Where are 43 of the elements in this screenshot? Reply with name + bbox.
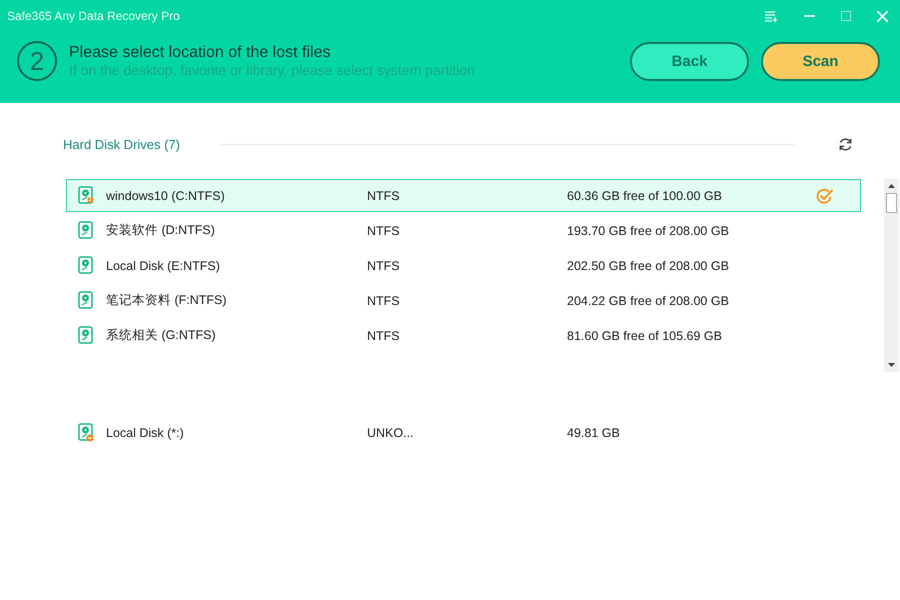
hard-drive-icon: [78, 221, 94, 240]
drive-row[interactable]: Local Disk (*:) UNKO... 49.81 GB: [66, 416, 861, 449]
hard-drive-icon: [78, 291, 94, 310]
file-system: NTFS: [367, 328, 401, 342]
drive-row[interactable]: Local Disk (E:NTFS) NTFS 202.50 GB free of 208.00 GB: [66, 249, 861, 282]
refresh-icon[interactable]: [838, 136, 853, 152]
drive-row[interactable]: 笔记本资料 (F:NTFS) NTFS 204.22 GB free of 208.00 GB: [66, 284, 861, 317]
close-icon[interactable]: [877, 10, 888, 22]
hard-drive-icon: [78, 256, 94, 275]
maximize-icon[interactable]: [841, 11, 851, 21]
drive-space: 49.81 GB: [567, 426, 620, 440]
step-title: Please select location of the lost files: [69, 44, 332, 62]
drive-space: 202.50 GB free of 208.00 GB: [567, 258, 729, 272]
hard-drive-icon: [78, 326, 94, 345]
drive-row[interactable]: windows10 (C:NTFS) NTFS 60.36 GB free of 100.00 GB: [66, 179, 861, 212]
hard-drive-icon: [78, 423, 94, 442]
section-title: Hard Disk Drives (7): [63, 136, 180, 152]
drive-name: windows10 (C:NTFS): [106, 188, 225, 202]
file-system: NTFS: [367, 188, 401, 202]
check-icon: [816, 188, 834, 204]
drive-space: 60.36 GB free of 100.00 GB: [567, 188, 722, 202]
scroll-thumb[interactable]: [886, 193, 897, 213]
back-button[interactable]: Back: [630, 42, 749, 80]
menu-icon[interactable]: [765, 10, 778, 22]
drive-row[interactable]: 系统相关 (G:NTFS) NTFS 81.60 GB free of 105.69 GB: [66, 319, 861, 352]
drive-space: 81.60 GB free of 105.69 GB: [567, 328, 722, 342]
file-system: NTFS: [367, 224, 401, 238]
drive-name: 系统相关 (G:NTFS): [106, 327, 216, 344]
drive-space: 193.70 GB free of 208.00 GB: [567, 224, 729, 238]
hard-drive-icon: [78, 186, 94, 205]
drive-name: Local Disk (*:): [106, 426, 184, 440]
file-system: NTFS: [367, 294, 401, 308]
step-number: 2: [17, 41, 57, 81]
drive-name: 笔记本资料 (F:NTFS): [106, 292, 227, 309]
drive-name: Local Disk (E:NTFS): [106, 258, 220, 272]
file-system: UNKO...: [367, 426, 415, 440]
drive-row[interactable]: 安装软件 (D:NTFS) NTFS 193.70 GB free of 208.00 GB: [66, 214, 861, 247]
minimize-icon[interactable]: [804, 14, 815, 18]
file-system: NTFS: [367, 258, 401, 272]
window-title: Safe365 Any Data Recovery Pro: [7, 9, 180, 23]
drive-space: 204.22 GB free of 208.00 GB: [567, 294, 729, 308]
drive-name: 安装软件 (D:NTFS): [106, 222, 215, 239]
scrollbar[interactable]: [884, 179, 899, 372]
